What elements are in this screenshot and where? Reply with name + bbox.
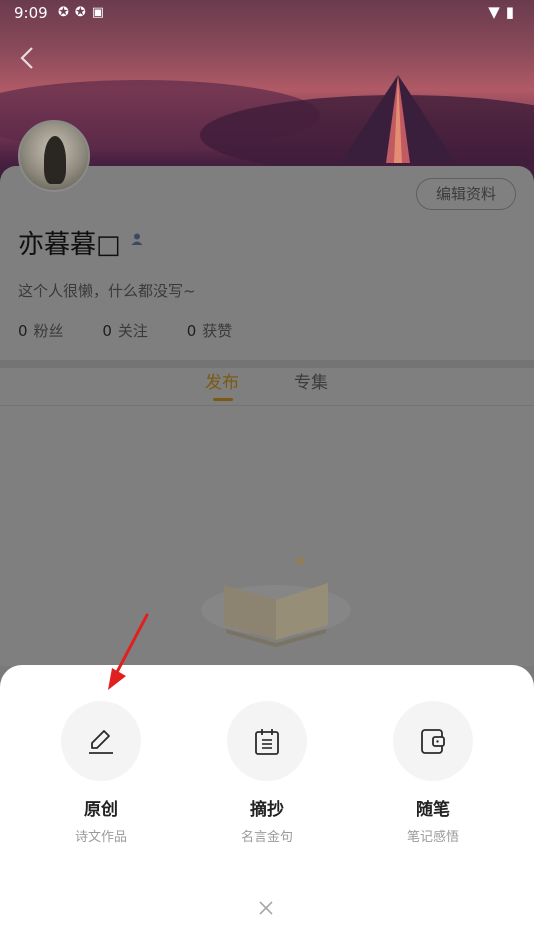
option-original-subtitle: 诗文作品: [74, 830, 127, 845]
wallet-icon: [421, 729, 445, 754]
section-divider: [0, 360, 534, 368]
create-post-sheet: 原创 诗文作品 摘抄 名言金句 随笔 笔记感悟: [0, 665, 534, 950]
notification-icons: ✪✪▣: [58, 5, 111, 20]
option-original-title: 原创: [84, 800, 118, 820]
option-excerpt-subtitle: 名言金句: [240, 830, 293, 845]
user-badge-icon: [131, 233, 143, 245]
option-notes-subtitle: 笔记感悟: [406, 830, 459, 845]
option-excerpt[interactable]: 摘抄 名言金句: [207, 701, 327, 845]
tab-publish[interactable]: 发布: [205, 368, 239, 393]
annotation-arrow-icon: [108, 613, 149, 690]
edit-profile-button[interactable]: 编辑资料: [416, 178, 516, 210]
option-original-icon-circle: [61, 701, 141, 781]
empty-book-illustration: [201, 557, 351, 647]
profile-stats: 0 粉丝 0 关注 0 获赞: [18, 320, 266, 341]
option-excerpt-title: 摘抄: [250, 800, 284, 820]
notepad-icon: [255, 729, 279, 755]
content-tabs: 发布 专集: [0, 368, 534, 406]
stat-followers[interactable]: 0 粉丝: [18, 320, 64, 341]
status-bar: 9:09 ✪✪▣ ▼▮: [0, 0, 534, 26]
username: 亦暮暮□: [18, 230, 121, 260]
option-excerpt-icon-circle: [227, 701, 307, 781]
avatar[interactable]: [18, 120, 90, 192]
tent-illustration: [340, 75, 456, 163]
stat-following[interactable]: 0 关注: [102, 320, 148, 341]
wifi-battery-icon: ▼▮: [488, 3, 520, 21]
option-notes-icon-circle: [393, 701, 473, 781]
avatar-figure: [44, 136, 66, 184]
close-icon[interactable]: [256, 898, 276, 918]
option-notes-title: 随笔: [416, 800, 450, 820]
active-tab-indicator: [213, 398, 233, 401]
back-button[interactable]: [14, 42, 40, 74]
user-bio: 这个人很懒，什么都没写~: [18, 282, 196, 300]
chevron-left-icon: [20, 47, 33, 69]
option-original[interactable]: 原创 诗文作品: [41, 701, 161, 845]
tab-collection[interactable]: 专集: [294, 368, 328, 393]
status-time: 9:09: [14, 4, 48, 22]
stat-likes[interactable]: 0 获赞: [187, 320, 233, 341]
pencil-icon: [89, 730, 113, 754]
option-notes[interactable]: 随笔 笔记感悟: [373, 701, 493, 845]
